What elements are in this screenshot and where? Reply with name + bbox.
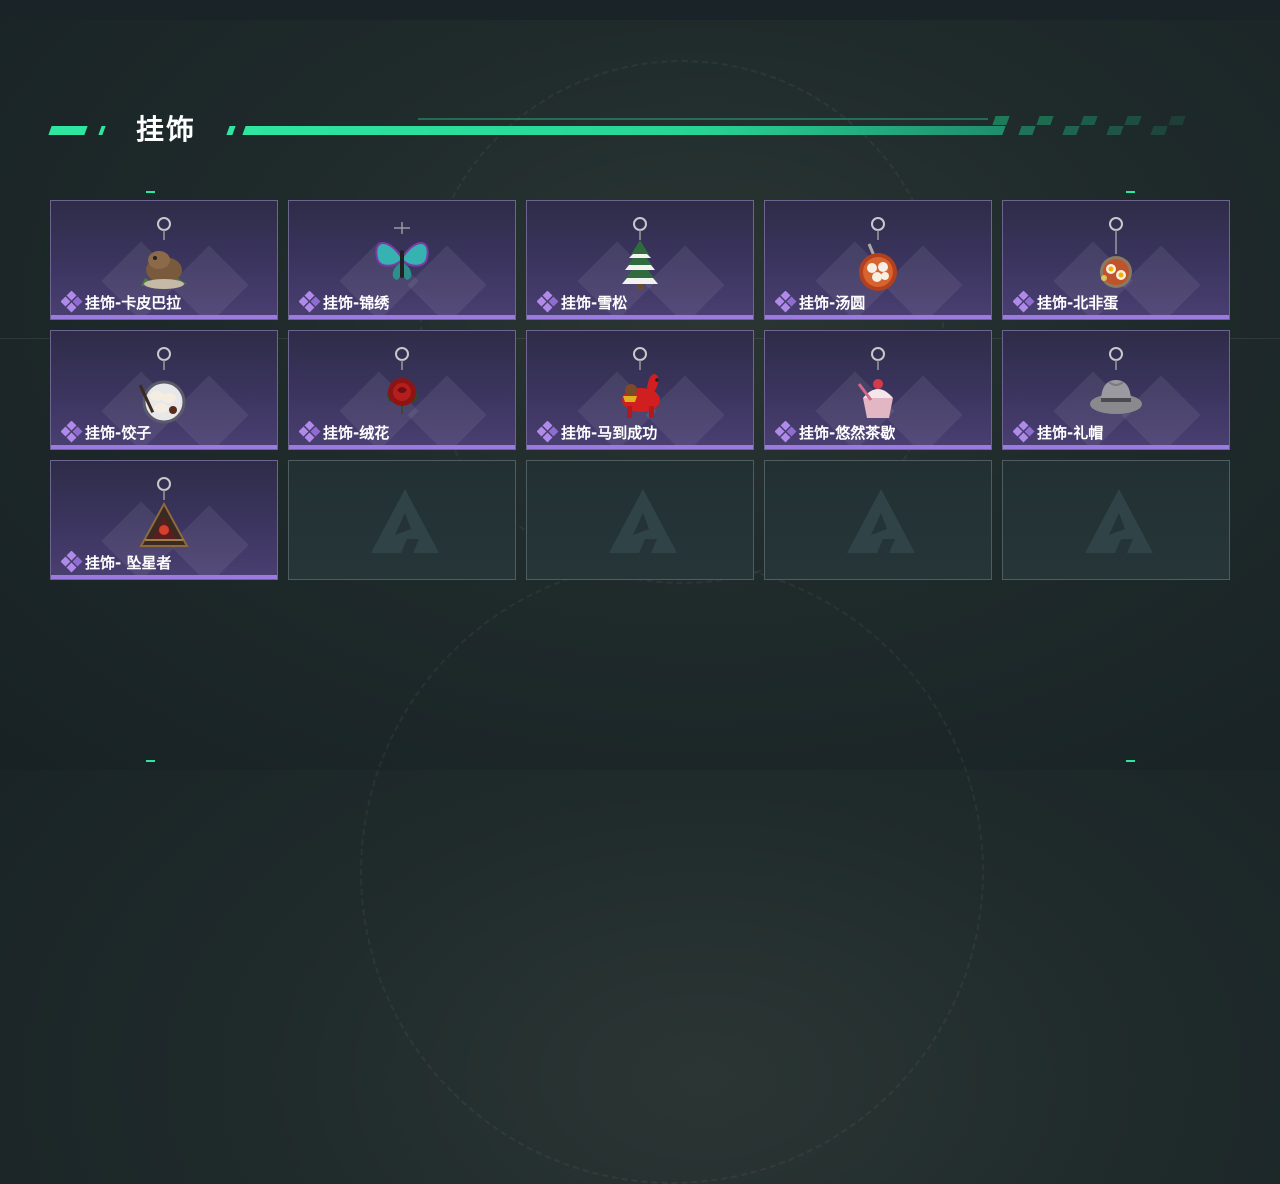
snowy-pine-charm-icon [607, 209, 673, 301]
header-accent-line [418, 118, 988, 120]
section-header: 挂饰 [48, 108, 1208, 148]
charm-card[interactable]: 挂饰-锦绣 [288, 200, 516, 320]
charm-card[interactable]: 挂饰-卡皮巴拉 [50, 200, 278, 320]
header-accent-bar [242, 126, 1006, 135]
charm-label: 挂饰-马到成功 [536, 420, 658, 443]
charm-name: 挂饰-绒花 [323, 423, 390, 442]
charm-card[interactable]: 挂饰-马到成功 [526, 330, 754, 450]
charm-card[interactable]: 挂饰-北非蛋 [1002, 200, 1230, 320]
rarity-diamond-icon [298, 290, 321, 313]
charm-label: 挂饰-北非蛋 [1012, 290, 1119, 313]
shakshuka-charm-icon [1083, 209, 1149, 301]
rarity-diamond-icon [774, 420, 797, 443]
rarity-diamond-icon [1012, 290, 1035, 313]
butterfly-charm-icon [369, 209, 435, 301]
charm-label: 挂饰- 坠星者 [60, 550, 172, 573]
tangyuan-bowl-charm-icon [845, 209, 911, 301]
charm-card[interactable]: 挂饰- 坠星者 [50, 460, 278, 580]
cupcake-charm-icon [845, 339, 911, 431]
dumpling-plate-charm-icon [131, 339, 197, 431]
header-accent-dash [226, 126, 236, 135]
charm-name: 挂饰-雪松 [561, 293, 628, 312]
red-rose-charm-icon [369, 339, 435, 431]
charm-name: 挂饰-北非蛋 [1037, 293, 1119, 312]
charm-label: 挂饰-锦绣 [298, 290, 390, 313]
header-accent-dash [98, 126, 106, 135]
triangle-emblem-charm-icon [131, 469, 197, 561]
capybara-charm-icon [131, 209, 197, 301]
charm-name: 挂饰-饺子 [85, 423, 152, 442]
empty-slot-logo-icon [367, 483, 443, 559]
rarity-diamond-icon [774, 290, 797, 313]
charm-label: 挂饰-卡皮巴拉 [60, 290, 182, 313]
empty-charm-slot[interactable] [764, 460, 992, 580]
empty-slot-logo-icon [1081, 483, 1157, 559]
charm-label: 挂饰-礼帽 [1012, 420, 1104, 443]
charm-card[interactable]: 挂饰-悠然茶歇 [764, 330, 992, 450]
rarity-diamond-icon [536, 420, 559, 443]
corner-mark [1126, 760, 1135, 762]
corner-mark [1126, 191, 1135, 193]
empty-charm-slot[interactable] [526, 460, 754, 580]
header-checker-pattern [992, 116, 1200, 136]
rarity-diamond-icon [60, 550, 83, 573]
corner-mark [146, 191, 155, 193]
rarity-diamond-icon [60, 290, 83, 313]
charm-name: 挂饰-礼帽 [1037, 423, 1104, 442]
charm-card[interactable]: 挂饰-雪松 [526, 200, 754, 320]
charm-name: 挂饰-悠然茶歇 [799, 423, 896, 442]
charm-card[interactable]: 挂饰-绒花 [288, 330, 516, 450]
empty-slot-logo-icon [843, 483, 919, 559]
charm-label: 挂饰-饺子 [60, 420, 152, 443]
section-title: 挂饰 [136, 113, 197, 146]
red-horse-charm-icon [607, 339, 673, 431]
fedora-hat-charm-icon [1083, 339, 1149, 431]
charm-card[interactable]: 挂饰-汤圆 [764, 200, 992, 320]
charm-label: 挂饰-汤圆 [774, 290, 866, 313]
charm-card[interactable]: 挂饰-礼帽 [1002, 330, 1230, 450]
charm-name: 挂饰- 坠星者 [85, 553, 172, 572]
charm-name: 挂饰-锦绣 [323, 293, 390, 312]
charm-card[interactable]: 挂饰-饺子 [50, 330, 278, 450]
corner-mark [146, 760, 155, 762]
charm-label: 挂饰-悠然茶歇 [774, 420, 896, 443]
rarity-diamond-icon [536, 290, 559, 313]
charm-label: 挂饰-雪松 [536, 290, 628, 313]
top-bar [0, 0, 1280, 20]
header-accent-dash [48, 126, 88, 135]
charm-label: 挂饰-绒花 [298, 420, 390, 443]
rarity-diamond-icon [298, 420, 321, 443]
empty-charm-slot[interactable] [1002, 460, 1230, 580]
charm-name: 挂饰-马到成功 [561, 423, 658, 442]
background-ring [360, 560, 984, 1184]
rarity-diamond-icon [60, 420, 83, 443]
rarity-diamond-icon [1012, 420, 1035, 443]
empty-slot-logo-icon [605, 483, 681, 559]
charm-name: 挂饰-汤圆 [799, 293, 866, 312]
empty-charm-slot[interactable] [288, 460, 516, 580]
charm-name: 挂饰-卡皮巴拉 [85, 293, 182, 312]
